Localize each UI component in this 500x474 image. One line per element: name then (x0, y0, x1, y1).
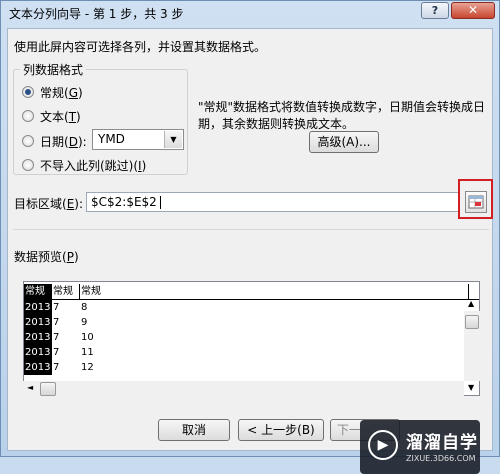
preview-cell: 7 (53, 347, 60, 358)
preview-header-cell[interactable]: 常规 (24, 284, 52, 299)
radio-skip-column-button[interactable] (22, 159, 34, 171)
radio-date-button[interactable] (22, 135, 34, 147)
preview-cell: 7 (53, 362, 60, 373)
data-preview-label: 数据预览(P) (14, 250, 79, 264)
back-button[interactable]: < 上一步(B) (238, 419, 324, 441)
vertical-scroll-thumb[interactable] (465, 315, 479, 329)
radio-text-button[interactable] (22, 110, 34, 122)
format-description-line1: "常规"数据格式将数值转换成数字，日期值会转换成日 (198, 100, 486, 114)
table-row: 2013 7 11 (24, 345, 479, 360)
preview-cell: 7 (53, 317, 60, 328)
preview-header-row: 常规 常规 常规 (24, 284, 479, 300)
play-logo-icon: ▶ (368, 430, 398, 460)
text-import-wizard-window: 文本分列向导 - 第 1 步，共 3 步 ? ✕ 使用此屏内容可选择各列，并设置… (0, 0, 500, 474)
table-row: 2013 7 9 (24, 315, 479, 330)
preview-cell: 10 (81, 332, 94, 343)
data-preview-grid[interactable]: 常规 常规 常规 2013 7 8 2013 7 9 2013 7 10 201… (23, 281, 480, 396)
watermark-url: ZIXUE.3D66.COM (406, 454, 476, 463)
scroll-left-icon[interactable]: ◄ (27, 383, 33, 392)
chevron-down-icon[interactable]: ▼ (164, 131, 182, 148)
radio-general-label: 常规(G) (40, 86, 83, 100)
preview-cell: 7 (53, 332, 60, 343)
scroll-down-icon[interactable]: ▼ (468, 383, 474, 392)
radio-skip-column-label: 不导入此列(跳过)(I) (40, 159, 147, 173)
text-caret (160, 196, 161, 209)
horizontal-scroll-thumb[interactable] (40, 382, 56, 396)
radio-date-label: 日期(D): (40, 135, 87, 149)
preview-header-cell[interactable]: 常规 (52, 284, 80, 299)
destination-value: $C$2:$E$2 (91, 195, 157, 209)
cancel-button[interactable]: 取消 (158, 419, 230, 441)
preview-cell: 12 (81, 362, 94, 373)
preview-cell: 9 (81, 317, 88, 328)
date-format-select[interactable]: YMD ▼ (92, 129, 184, 150)
divider (13, 229, 489, 230)
preview-header-cell[interactable]: 常规 (80, 284, 469, 299)
preview-cell: 8 (81, 302, 88, 313)
help-button[interactable]: ? (421, 2, 449, 19)
advanced-button[interactable]: 高级(A)... (309, 131, 379, 153)
preview-cell: 2013 (24, 315, 52, 330)
destination-label: 目标区域(E): (14, 197, 84, 211)
preview-horizontal-scrollbar[interactable]: ◄ (23, 381, 464, 397)
window-title: 文本分列向导 - 第 1 步，共 3 步 (9, 7, 184, 21)
close-button[interactable]: ✕ (451, 2, 495, 19)
preview-vertical-scrollbar[interactable]: ▲ ▼ (464, 299, 480, 392)
preview-cell: 11 (81, 347, 94, 358)
preview-cell: 2013 (24, 300, 52, 315)
preview-cell: 7 (53, 302, 60, 313)
preview-cell: 2013 (24, 360, 52, 375)
radio-text-label: 文本(T) (40, 110, 81, 124)
title-bar[interactable]: 文本分列向导 - 第 1 步，共 3 步 ? ✕ (1, 1, 499, 25)
radio-general-button[interactable] (22, 86, 34, 98)
table-row: 2013 7 12 (24, 360, 479, 375)
column-format-group-title: 列数据格式 (20, 61, 87, 78)
table-row: 2013 7 10 (24, 330, 479, 345)
scroll-up-icon[interactable]: ▲ (468, 299, 474, 308)
preview-cell: 2013 (24, 345, 52, 360)
preview-cell: 2013 (24, 330, 52, 345)
watermark-badge: ▶ 溜溜自学 ZIXUE.3D66.COM (360, 420, 480, 474)
watermark-name: 溜溜自学 (406, 433, 478, 453)
destination-input[interactable]: $C$2:$E$2 (86, 192, 460, 212)
dialog-client-area: 使用此屏内容可选择各列，并设置其数据格式。 列数据格式 常规(G) 文本(T) … (7, 28, 493, 474)
instructions-text: 使用此屏内容可选择各列，并设置其数据格式。 (14, 40, 267, 54)
format-description-line2: 期，其余数据则转换成文本。 (198, 117, 355, 131)
date-format-value: YMD (98, 132, 125, 146)
highlight-annotation-box (458, 179, 493, 219)
table-row: 2013 7 8 (24, 300, 479, 315)
